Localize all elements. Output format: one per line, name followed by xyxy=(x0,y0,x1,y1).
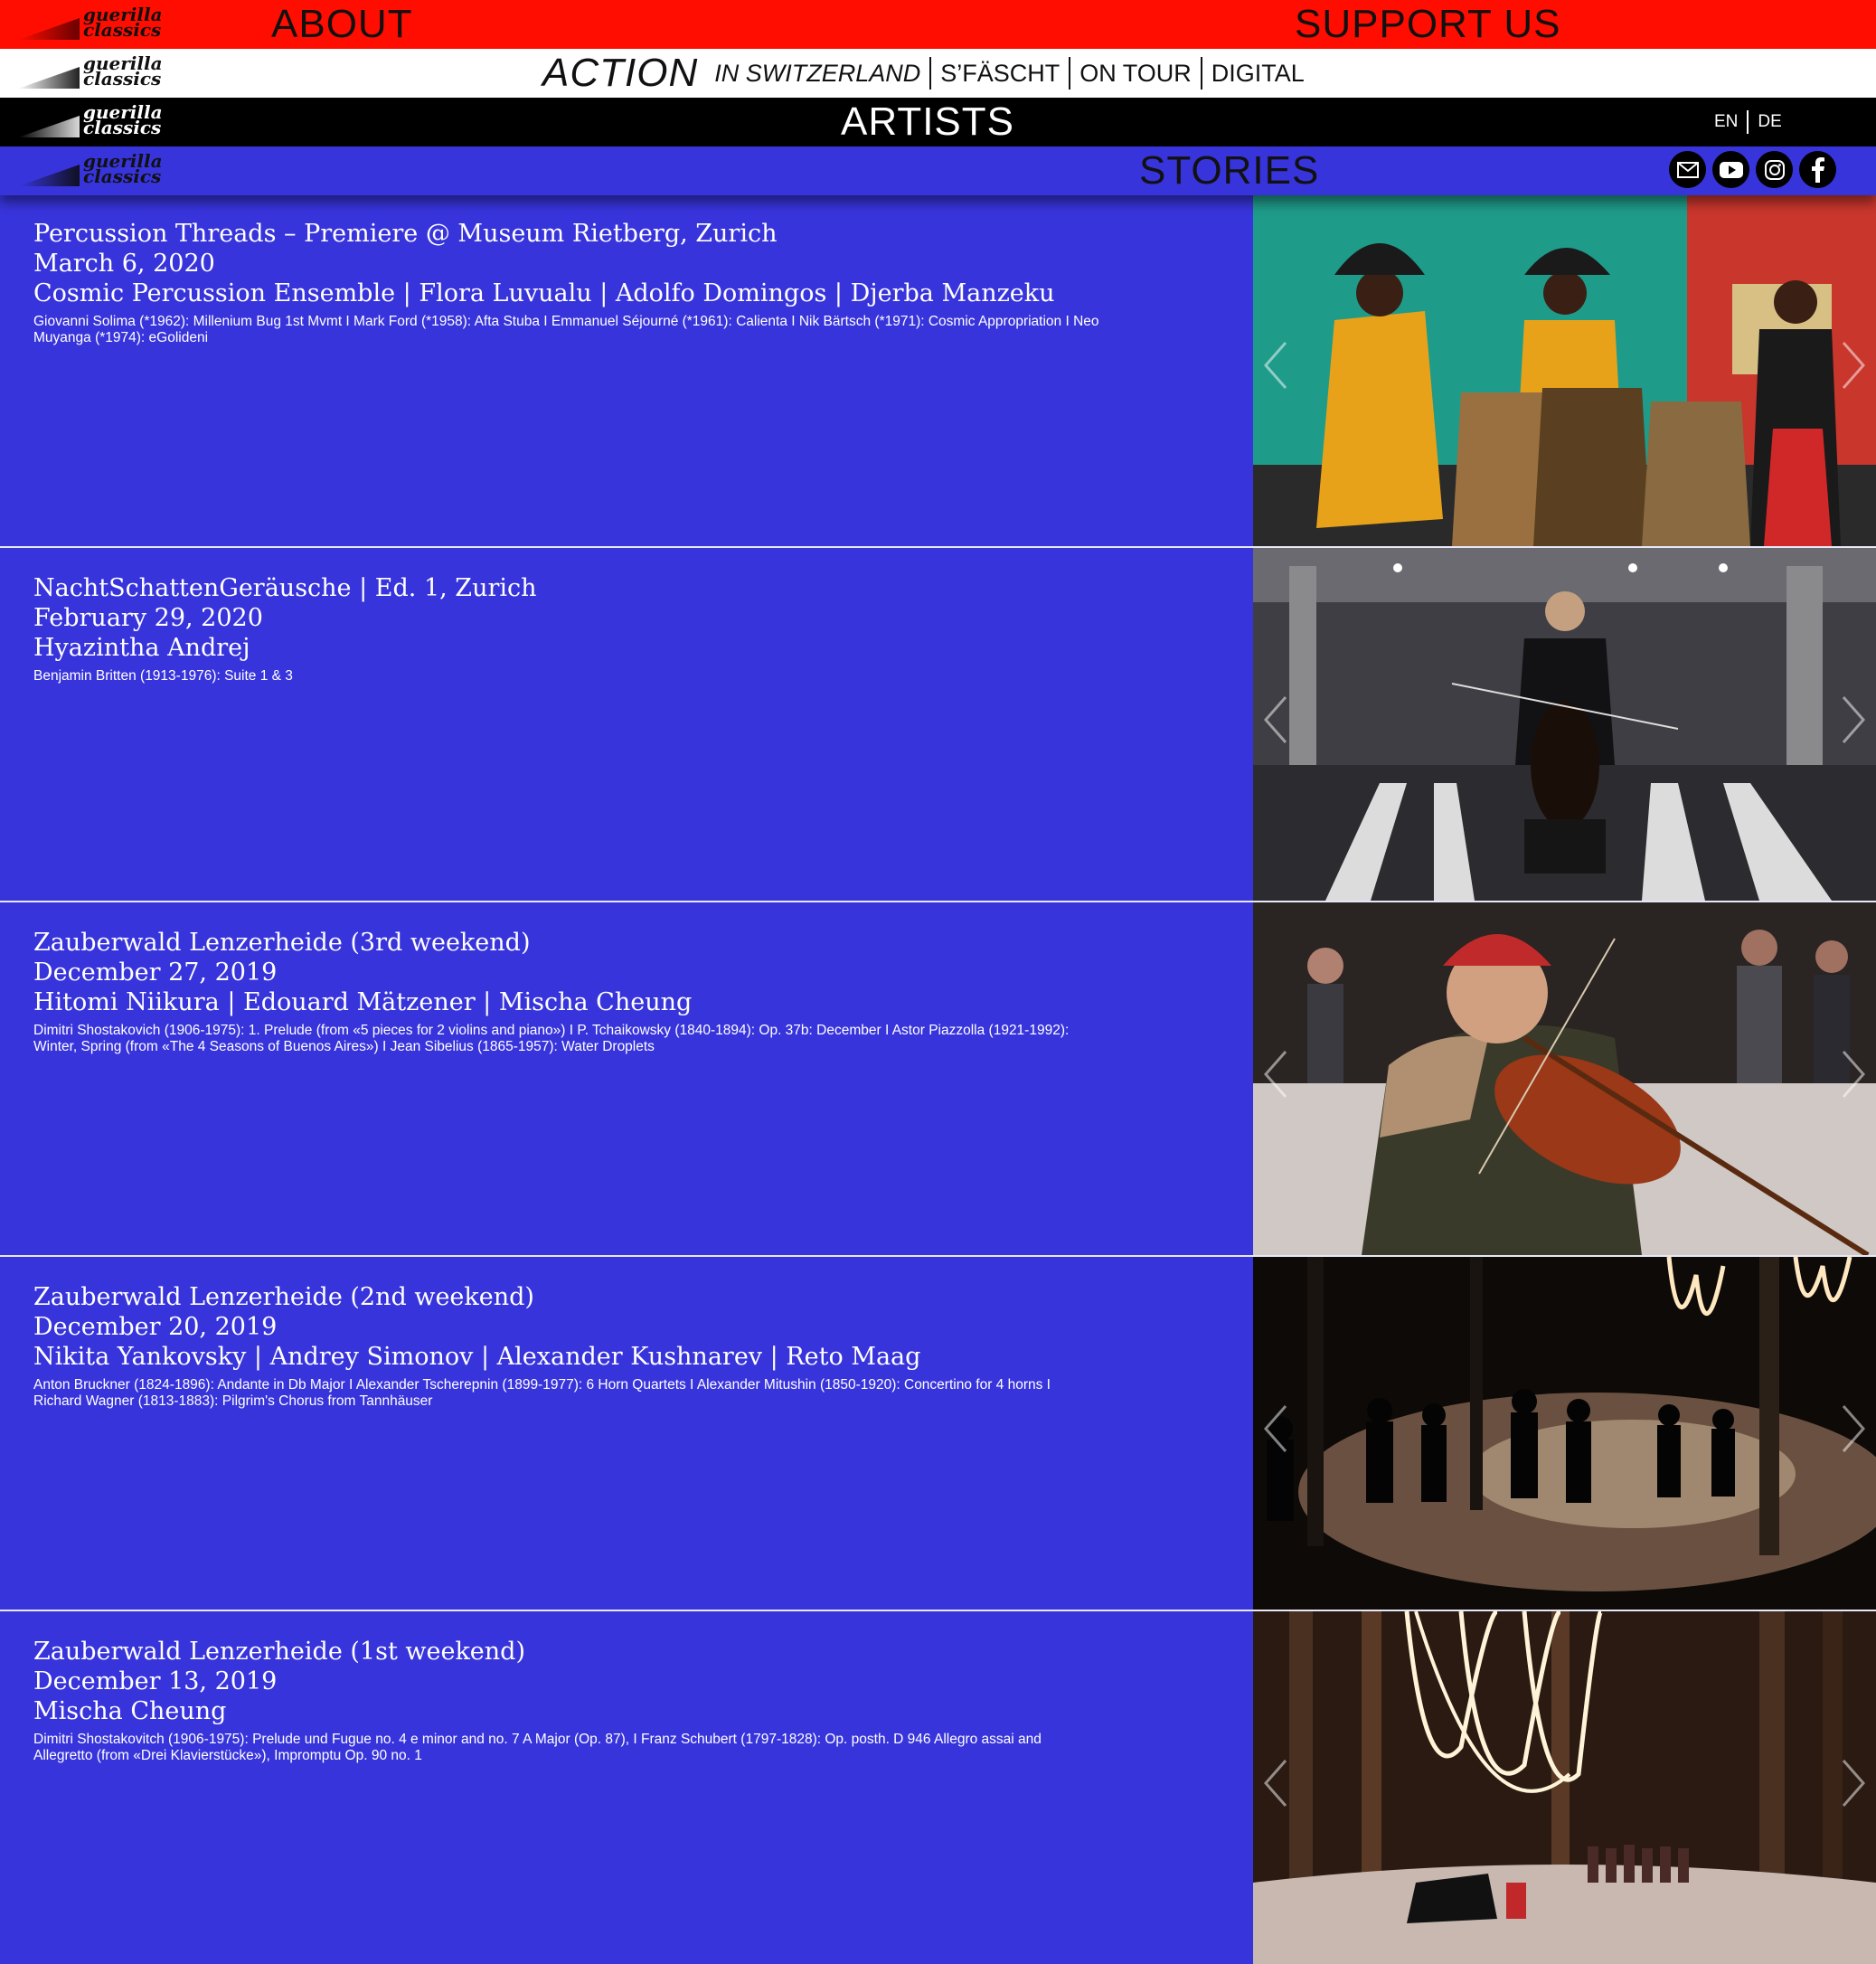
logo[interactable]: guerilla classics xyxy=(18,152,163,190)
logo-line-2: classics xyxy=(83,68,162,90)
nav-in-switzerland[interactable]: IN SWITZERLAND xyxy=(714,57,932,90)
story-program: Benjamin Britten (1913-1976): Suite 1 & … xyxy=(33,668,293,684)
story-text: NachtSchattenGeräusche | Ed. 1, Zurich F… xyxy=(33,573,1245,685)
social-links xyxy=(1669,151,1836,188)
story-item[interactable]: Zauberwald Lenzerheide (3rd weekend) Dec… xyxy=(0,902,1876,1257)
previous-arrow-icon[interactable] xyxy=(1259,1047,1295,1101)
story-text: Zauberwald Lenzerheide (1st weekend) Dec… xyxy=(33,1637,1245,1764)
next-arrow-icon[interactable] xyxy=(1834,1402,1871,1456)
logo-line-2: classics xyxy=(83,19,162,41)
logo-mark xyxy=(18,18,80,40)
top-bar-action: guerilla classics ACTION IN SWITZERLAND S… xyxy=(0,49,1876,98)
nav-on-tour[interactable]: ON TOUR xyxy=(1070,57,1202,90)
logo-line-2: classics xyxy=(83,165,162,187)
next-arrow-icon[interactable] xyxy=(1834,1756,1871,1810)
nav-support-us[interactable]: SUPPORT US xyxy=(1295,0,1560,49)
story-date: December 20, 2019 xyxy=(33,1313,278,1341)
story-artists: Hyazintha Andrej xyxy=(33,634,250,662)
logo-text: guerilla classics xyxy=(83,152,165,187)
top-bar-stories: guerilla classics STORIES xyxy=(0,146,1876,195)
story-date: February 29, 2020 xyxy=(33,604,263,632)
story-date: December 13, 2019 xyxy=(33,1667,278,1695)
top-bar-about: guerilla classics ABOUT SUPPORT US xyxy=(0,0,1876,49)
story-program: Anton Bruckner (1824-1896): Andante in D… xyxy=(33,1377,1051,1409)
logo-mark xyxy=(18,116,80,137)
story-artists: Mischa Cheung xyxy=(33,1697,227,1725)
story-title[interactable]: Zauberwald Lenzerheide (1st weekend) xyxy=(33,1637,1245,1667)
story-artists: Cosmic Percussion Ensemble | Flora Luvua… xyxy=(33,279,1055,307)
story-program: Dimitri Shostakovitch (1906-1975): Prelu… xyxy=(33,1732,1042,1763)
logo[interactable]: guerilla classics xyxy=(18,103,163,141)
story-photo-cello[interactable] xyxy=(1253,548,1876,901)
story-photo-violin[interactable] xyxy=(1253,902,1876,1255)
logo-mark xyxy=(18,67,80,89)
story-program: Giovanni Solima (*1962): Millenium Bug 1… xyxy=(33,314,1099,345)
story-item[interactable]: NachtSchattenGeräusche | Ed. 1, Zurich F… xyxy=(0,548,1876,902)
nav-action[interactable]: ACTION xyxy=(542,51,698,96)
story-item[interactable]: Percussion Threads – Premiere @ Museum R… xyxy=(0,194,1876,548)
story-text: Percussion Threads – Premiere @ Museum R… xyxy=(33,219,1245,346)
next-arrow-icon[interactable] xyxy=(1834,1047,1871,1101)
nav-sfascht[interactable]: S’FÄSCHT xyxy=(931,57,1071,90)
logo-mark xyxy=(18,165,80,186)
previous-arrow-icon[interactable] xyxy=(1259,338,1295,392)
story-title[interactable]: Percussion Threads – Premiere @ Museum R… xyxy=(33,219,1245,249)
logo-text: guerilla classics xyxy=(83,103,165,138)
logo-line-2: classics xyxy=(83,117,162,138)
nav-artists[interactable]: ARTISTS xyxy=(841,98,1014,146)
story-title[interactable]: NachtSchattenGeräusche | Ed. 1, Zurich xyxy=(33,573,1245,603)
story-text: Zauberwald Lenzerheide (2nd weekend) Dec… xyxy=(33,1282,1245,1410)
next-arrow-icon[interactable] xyxy=(1834,693,1871,747)
story-artists: Nikita Yankovsky | Andrey Simonov | Alex… xyxy=(33,1343,921,1371)
story-photo-percussion[interactable] xyxy=(1253,194,1876,546)
lang-en[interactable]: EN xyxy=(1705,110,1749,134)
nav-about[interactable]: ABOUT xyxy=(271,0,413,49)
story-artists: Hitomi Niikura | Edouard Mätzener | Misc… xyxy=(33,988,693,1016)
logo-text: guerilla classics xyxy=(83,5,165,41)
story-item[interactable]: Zauberwald Lenzerheide (2nd weekend) Dec… xyxy=(0,1257,1876,1611)
nav-stories[interactable]: STORIES xyxy=(1139,146,1319,195)
instagram-icon[interactable] xyxy=(1756,151,1793,188)
logo-text: guerilla classics xyxy=(83,54,165,90)
nav-digital[interactable]: DIGITAL xyxy=(1202,57,1314,90)
story-date: March 6, 2020 xyxy=(33,250,215,278)
previous-arrow-icon[interactable] xyxy=(1259,1402,1295,1456)
top-bar-artists: guerilla classics ARTISTS EN DE xyxy=(0,98,1876,146)
story-text: Zauberwald Lenzerheide (3rd weekend) Dec… xyxy=(33,928,1245,1055)
previous-arrow-icon[interactable] xyxy=(1259,693,1295,747)
language-switch: EN DE xyxy=(1705,110,1791,134)
story-item[interactable]: Zauberwald Lenzerheide (1st weekend) Dec… xyxy=(0,1611,1876,1964)
facebook-icon[interactable] xyxy=(1799,151,1836,188)
story-title[interactable]: Zauberwald Lenzerheide (2nd weekend) xyxy=(33,1282,1245,1312)
story-photo-forest-crowd[interactable] xyxy=(1253,1257,1876,1610)
story-title[interactable]: Zauberwald Lenzerheide (3rd weekend) xyxy=(33,928,1245,958)
story-date: December 27, 2019 xyxy=(33,958,278,987)
logo[interactable]: guerilla classics xyxy=(18,54,163,92)
next-arrow-icon[interactable] xyxy=(1834,338,1871,392)
action-menu: ACTION IN SWITZERLAND S’FÄSCHT ON TOUR D… xyxy=(542,49,1314,98)
previous-arrow-icon[interactable] xyxy=(1259,1756,1295,1810)
youtube-icon[interactable] xyxy=(1712,151,1749,188)
logo[interactable]: guerilla classics xyxy=(18,5,163,43)
story-photo-forest-piano[interactable] xyxy=(1253,1611,1876,1964)
mail-icon[interactable] xyxy=(1669,151,1706,188)
lang-de[interactable]: DE xyxy=(1749,110,1790,134)
story-program: Dimitri Shostakovich (1906-1975): 1. Pre… xyxy=(33,1023,1070,1054)
